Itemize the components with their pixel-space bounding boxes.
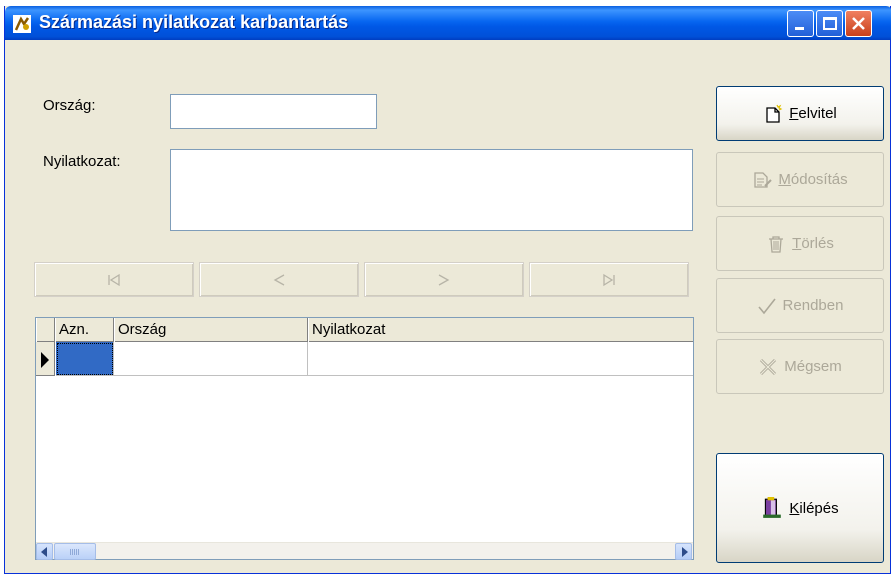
column-header-nyilatkozat[interactable]: Nyilatkozat bbox=[308, 318, 693, 342]
maximize-icon bbox=[823, 17, 837, 30]
modositas-label: Módosítás bbox=[778, 171, 848, 188]
horizontal-scrollbar[interactable] bbox=[36, 542, 693, 560]
cell-orszag[interactable] bbox=[114, 342, 308, 376]
scroll-left-icon bbox=[41, 547, 47, 557]
row-indicator bbox=[36, 342, 55, 376]
indicator-header bbox=[36, 318, 55, 342]
prev-record-button[interactable] bbox=[199, 262, 359, 297]
close-icon bbox=[852, 17, 865, 30]
exit-door-icon bbox=[763, 497, 782, 518]
rendben-button[interactable]: Rendben bbox=[716, 278, 884, 333]
megsem-label: Mégsem bbox=[784, 358, 842, 375]
torles-button[interactable]: Törlés bbox=[716, 216, 884, 271]
next-record-button[interactable] bbox=[364, 262, 524, 297]
app-window: Származási nyilatkozat karbantartás Orsz… bbox=[4, 6, 891, 574]
torles-label: Törlés bbox=[792, 235, 834, 252]
cancel-x-icon bbox=[760, 358, 777, 375]
modositas-button[interactable]: Módosítás bbox=[716, 152, 884, 207]
close-button[interactable] bbox=[845, 10, 872, 37]
app-icon bbox=[13, 15, 31, 33]
first-record-button[interactable] bbox=[34, 262, 194, 297]
last-record-button[interactable] bbox=[529, 262, 689, 297]
current-row-arrow-icon bbox=[41, 352, 49, 368]
scroll-right-button[interactable] bbox=[675, 543, 692, 560]
cell-azn[interactable] bbox=[56, 342, 114, 376]
nyilatkozat-textarea[interactable] bbox=[170, 149, 693, 231]
kilepes-label: Kilépés bbox=[789, 499, 839, 517]
records-grid[interactable]: Azn. Ország Nyilatkozat bbox=[35, 317, 694, 560]
title-bar[interactable]: Származási nyilatkozat karbantartás bbox=[5, 6, 891, 40]
cell-nyilatkozat[interactable] bbox=[308, 342, 693, 376]
scroll-left-button[interactable] bbox=[36, 543, 53, 560]
kilepes-button[interactable]: Kilépés bbox=[716, 453, 884, 563]
orszag-input[interactable] bbox=[170, 94, 377, 129]
scroll-right-icon bbox=[682, 547, 688, 557]
new-document-icon bbox=[766, 104, 783, 123]
scroll-thumb[interactable] bbox=[54, 543, 96, 560]
prev-record-icon bbox=[273, 273, 285, 286]
window-title: Származási nyilatkozat karbantartás bbox=[39, 12, 349, 32]
checkmark-icon bbox=[757, 298, 776, 314]
minimize-icon bbox=[795, 27, 804, 30]
next-record-icon bbox=[438, 273, 450, 286]
nyilatkozat-label: Nyilatkozat: bbox=[43, 153, 121, 170]
trash-icon bbox=[769, 235, 784, 253]
column-header-azn[interactable]: Azn. bbox=[55, 318, 114, 342]
minimize-button[interactable] bbox=[787, 10, 814, 37]
rendben-label: Rendben bbox=[782, 297, 844, 314]
grip-icon bbox=[70, 549, 80, 555]
felvitel-label: Felvitel bbox=[789, 105, 837, 122]
orszag-label: Ország: bbox=[43, 97, 96, 114]
felvitel-button[interactable]: Felvitel bbox=[716, 86, 884, 141]
grid-header: Azn. Ország Nyilatkozat bbox=[36, 318, 693, 342]
maximize-button[interactable] bbox=[816, 10, 843, 37]
first-record-icon bbox=[108, 273, 120, 286]
last-record-icon bbox=[603, 273, 615, 286]
column-header-orszag[interactable]: Ország bbox=[114, 318, 308, 342]
edit-document-icon bbox=[754, 171, 773, 188]
megsem-button[interactable]: Mégsem bbox=[716, 339, 884, 394]
